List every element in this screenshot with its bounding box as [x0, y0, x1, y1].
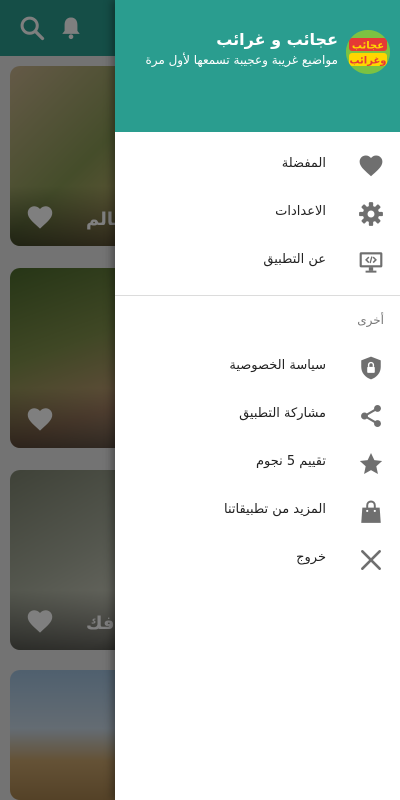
heart-icon	[359, 155, 383, 177]
close-icon	[361, 550, 381, 570]
navigation-drawer: عجائب وغرائب عجائب و غرائب مواضيع غريبة …	[115, 0, 400, 800]
logo-text-bottom: وغرائب	[349, 56, 386, 67]
menu-item-label: خروج	[296, 550, 326, 565]
monitor-code-icon	[359, 252, 383, 273]
menu-item-label: المفضلة	[281, 156, 326, 171]
app-logo-image: عجائب وغرائب	[346, 30, 390, 74]
gear-icon	[359, 202, 383, 226]
drawer-title: عجائب و غرائب	[216, 30, 338, 49]
menu-item-label: الاعدادات	[275, 204, 326, 219]
menu-item-label: سياسة الخصوصية	[229, 358, 326, 373]
star-icon	[359, 452, 383, 474]
section-label-other: أخرى	[357, 313, 384, 327]
menu-item-privacy-policy[interactable]: سياسة الخصوصية	[115, 344, 400, 392]
logo-text-top: عجائب	[352, 41, 384, 52]
menu-item-label: تقييم 5 نجوم	[255, 454, 326, 469]
menu-item-label: عن التطبيق	[263, 252, 326, 267]
menu-item-about[interactable]: عن التطبيق	[115, 238, 400, 286]
drawer-header: عجائب وغرائب عجائب و غرائب مواضيع غريبة …	[115, 0, 400, 132]
shopping-bag-icon	[361, 500, 381, 523]
menu-item-label: المزيد من تطبيقاتنا	[224, 502, 326, 517]
menu-item-exit[interactable]: خروج	[115, 536, 400, 584]
menu-item-settings[interactable]: الاعدادات	[115, 190, 400, 238]
shield-lock-icon	[361, 356, 381, 380]
menu-item-label: مشاركة التطبيق	[239, 406, 326, 421]
drawer-subtitle: مواضيع غريبة وعجيبة تسمعها لأول مرة	[145, 53, 338, 67]
menu-item-rate-app[interactable]: تقييم 5 نجوم	[115, 440, 400, 488]
app-logo: عجائب وغرائب	[346, 30, 390, 74]
menu-item-more-apps[interactable]: المزيد من تطبيقاتنا	[115, 488, 400, 536]
menu-item-share-app[interactable]: مشاركة التطبيق	[115, 392, 400, 440]
menu-item-favorites[interactable]: المفضلة	[115, 142, 400, 190]
share-icon	[361, 404, 381, 428]
menu-divider	[115, 295, 400, 296]
